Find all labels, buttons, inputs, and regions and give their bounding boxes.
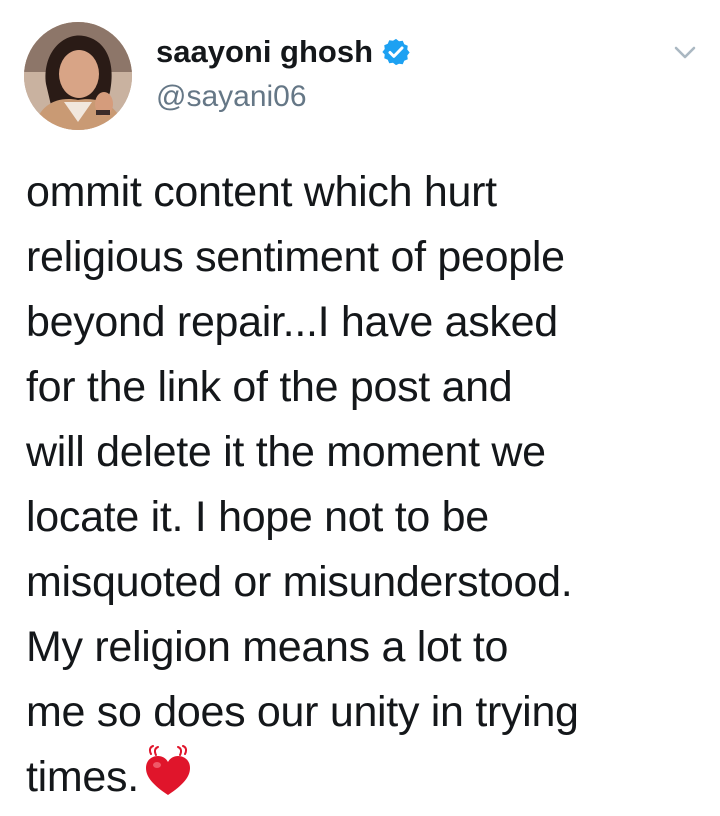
user-handle[interactable]: @sayani06 xyxy=(156,80,411,114)
tweet-text-line: ommit content which hurt xyxy=(26,168,497,216)
beating-heart-icon xyxy=(143,745,193,797)
tweet-text-line: religious sentiment of people xyxy=(26,233,565,281)
tweet-text-line: times. xyxy=(26,753,139,801)
tweet-text-line: misquoted or misunderstood. xyxy=(26,558,573,606)
tweet-text-line: My religion means a lot to xyxy=(26,623,509,671)
name-row: saayoni ghosh xyxy=(156,30,411,74)
author-block[interactable]: saayoni ghosh @sayani06 xyxy=(156,30,411,114)
tweet-text-line: locate it. I hope not to be xyxy=(26,493,489,541)
tweet-text-line: will delete it the moment we xyxy=(26,428,546,476)
avatar-photo xyxy=(24,22,132,130)
display-name[interactable]: saayoni ghosh xyxy=(156,34,373,70)
tweet-text-line: me so does our unity in trying xyxy=(26,688,579,736)
tweet-text-line: beyond repair...I have asked xyxy=(26,298,558,346)
verified-badge-icon xyxy=(381,37,411,67)
tweet-text: ommit content which hurt religious senti… xyxy=(26,160,716,810)
chevron-down-icon[interactable] xyxy=(668,38,702,66)
avatar[interactable] xyxy=(24,22,132,130)
tweet-text-line: for the link of the post and xyxy=(26,363,513,411)
tweet-card: saayoni ghosh @sayani06 ommit content wh… xyxy=(0,0,720,801)
tweet-text-last-line: times. xyxy=(26,745,716,810)
